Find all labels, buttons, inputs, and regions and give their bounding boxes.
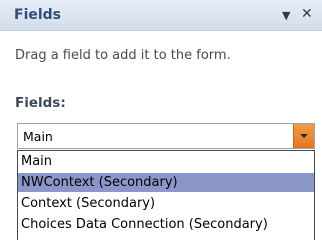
pane-menu-icon[interactable]: ▼ (282, 9, 290, 22)
pane-title: Fields (14, 7, 62, 23)
task-pane-title-bar: Fields ▼ ✕ (0, 0, 322, 31)
data-source-selected-value: Main (23, 129, 53, 144)
fields-task-pane: Fields ▼ ✕ Drag a field to add it to the… (0, 0, 322, 240)
fields-section-label: Fields: (15, 95, 66, 111)
chevron-down-icon[interactable] (293, 124, 314, 148)
instruction-text: Drag a field to add it to the form. (15, 48, 231, 63)
close-icon[interactable]: ✕ (301, 6, 313, 22)
dropdown-option-context[interactable]: Context (Secondary) (18, 194, 314, 213)
dropdown-option-main[interactable]: Main (18, 152, 314, 171)
data-source-select[interactable]: Main (17, 123, 315, 149)
data-source-dropdown-list: Main NWContext (Secondary) Context (Seco… (17, 150, 315, 240)
dropdown-option-nwcontext[interactable]: NWContext (Secondary) (18, 173, 314, 192)
dropdown-option-choices-data-connection[interactable]: Choices Data Connection (Secondary) (18, 215, 314, 234)
